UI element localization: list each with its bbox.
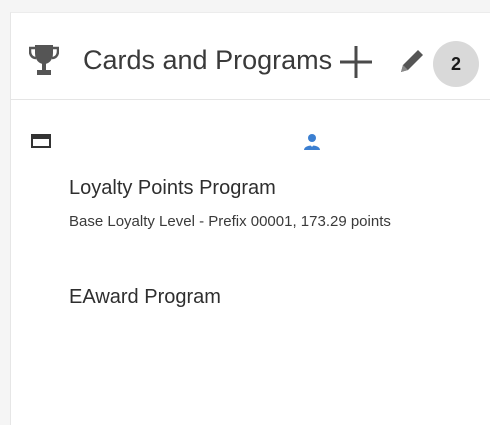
pencil-icon[interactable]	[397, 48, 425, 76]
count-badge: 2	[433, 41, 479, 87]
program-detail: Base Loyalty Level - Prefix 00001, 173.2…	[69, 213, 391, 230]
panel-header: Cards and Programs 2	[11, 13, 490, 100]
plus-icon[interactable]	[338, 44, 374, 80]
card-icon[interactable]	[31, 134, 51, 148]
trophy-icon	[29, 45, 59, 75]
program-name[interactable]: EAward Program	[69, 286, 221, 309]
panel-title: Cards and Programs	[83, 45, 333, 75]
member-icon[interactable]	[303, 133, 321, 151]
program-name[interactable]: Loyalty Points Program	[69, 177, 276, 200]
cards-and-programs-panel: Cards and Programs 2 Loyalty Points Prog…	[10, 12, 490, 425]
